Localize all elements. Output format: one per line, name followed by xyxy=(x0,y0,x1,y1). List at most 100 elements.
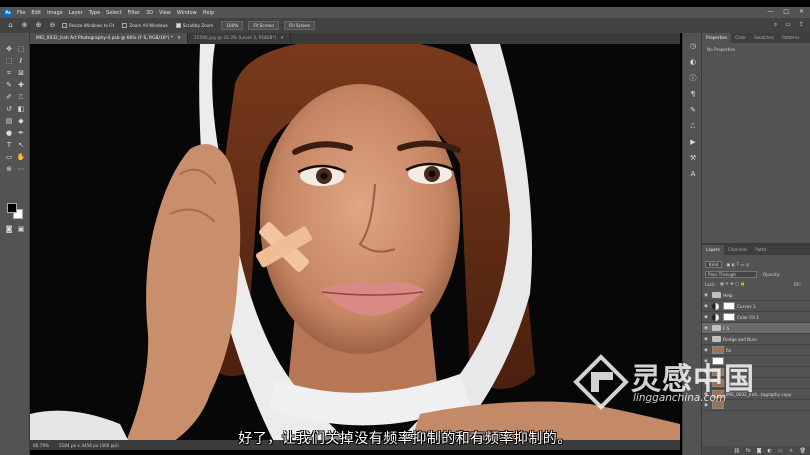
fx-icon[interactable]: fx xyxy=(746,448,751,454)
close-tab-icon[interactable]: ✕ xyxy=(280,36,284,41)
screen-mode-icon[interactable]: ▣ xyxy=(16,225,26,234)
layer-row[interactable]: ◉ Dodge and Burn xyxy=(702,334,810,345)
history-panel-icon[interactable]: ◷ xyxy=(688,41,698,51)
path-select-icon[interactable]: ↖ xyxy=(16,141,26,150)
photoshop-logo[interactable]: Ps xyxy=(4,8,12,17)
menu-select[interactable]: Select xyxy=(106,10,121,16)
adjustments-panel-icon[interactable]: ◐ xyxy=(688,57,698,67)
layer-mask-thumbnail[interactable] xyxy=(723,302,735,310)
marquee-tool-icon[interactable]: ⬚ xyxy=(4,57,14,66)
layer-row[interactable]: ◉ Color Fill 1 xyxy=(702,312,810,323)
lasso-tool-icon[interactable]: ℓ xyxy=(16,57,26,66)
menu-file[interactable]: File xyxy=(17,10,25,16)
tab-document-2[interactable]: 11590.jpg @ 33.3% (Level 3, RGB/8*) ✕ xyxy=(188,33,292,44)
new-adjustment-icon[interactable]: ◐ xyxy=(768,448,772,454)
fill-screen-button[interactable]: Fill Screen xyxy=(284,21,316,30)
brush-tool-icon[interactable]: ✐ xyxy=(4,93,14,102)
lock-icons[interactable]: ▦ ✎ ✥ ▢ 🔒 xyxy=(720,281,745,287)
layer-name: Dodge and Burn xyxy=(723,336,758,342)
tab-patterns[interactable]: Patterns xyxy=(778,33,803,43)
menu-edit[interactable]: Edit xyxy=(31,10,41,16)
move-tool-icon[interactable]: ✥ xyxy=(4,45,14,54)
history-brush-icon[interactable]: ↺ xyxy=(4,105,14,114)
eyedropper-tool-icon[interactable]: ✎ xyxy=(4,81,14,90)
new-layer-icon[interactable]: ＋ xyxy=(789,447,794,454)
menu-layer[interactable]: Layer xyxy=(69,10,83,16)
tab-paths[interactable]: Paths xyxy=(751,245,770,255)
pen-tool-icon[interactable]: ✒ xyxy=(16,129,26,138)
layer-mask-thumbnail[interactable] xyxy=(723,313,735,321)
menu-type[interactable]: Type xyxy=(89,10,100,16)
layer-name: Color Fill 1 xyxy=(737,314,759,320)
tab-document-1[interactable]: IMG_0032_Irah Art Photography-4.psb @ 66… xyxy=(30,33,188,44)
minimize-button[interactable]: — xyxy=(767,8,773,15)
brush-settings-icon[interactable]: ✎ xyxy=(688,105,698,115)
more-tools-icon[interactable]: ⋯ xyxy=(16,165,26,174)
character-panel-icon[interactable]: A xyxy=(688,169,698,179)
zoom-in-icon[interactable]: ⊕ xyxy=(34,21,43,30)
tab-layers[interactable]: Layers xyxy=(702,245,724,255)
clone-source-icon[interactable]: ⎍ xyxy=(688,121,698,131)
tab-channels[interactable]: Channels xyxy=(724,245,751,255)
link-layers-icon[interactable]: ⛓ xyxy=(734,448,740,454)
eraser-tool-icon[interactable]: ◧ xyxy=(16,105,26,114)
foreground-color-swatch[interactable] xyxy=(7,203,17,213)
zoom-100-button[interactable]: 100% xyxy=(221,21,244,30)
menu-3d[interactable]: 3D xyxy=(146,10,153,16)
tab-color[interactable]: Color xyxy=(731,33,750,43)
zoom-out-icon[interactable]: ⊖ xyxy=(48,21,57,30)
visibility-eye-icon[interactable]: ◉ xyxy=(702,293,710,298)
zoom-tool-sidebar-icon[interactable]: ⊕ xyxy=(4,165,14,174)
crop-tool-icon[interactable]: ⌗ xyxy=(4,69,14,78)
shape-tool-icon[interactable]: ▭ xyxy=(4,153,14,162)
share-icon[interactable]: ⇪ xyxy=(799,21,804,29)
tab-swatches[interactable]: Swatches xyxy=(750,33,778,43)
hand-tool-icon[interactable]: ✋ xyxy=(16,153,26,162)
blend-mode-select[interactable]: Pass Through xyxy=(705,270,757,278)
maximize-button[interactable]: □ xyxy=(783,8,789,15)
spot-heal-tool-icon[interactable]: ✚ xyxy=(16,81,26,90)
stamp-tool-icon[interactable]: ⎍ xyxy=(16,93,26,102)
folder-icon xyxy=(712,325,721,331)
menu-help[interactable]: Help xyxy=(203,10,214,16)
scrubby-zoom-checkbox[interactable]: Scrubby Zoom xyxy=(175,23,213,28)
visibility-eye-icon[interactable]: ◉ xyxy=(702,326,710,331)
tool-presets-icon[interactable]: ⚒ xyxy=(688,153,698,163)
gradient-tool-icon[interactable]: ▤ xyxy=(4,117,14,126)
new-group-icon[interactable]: ▭ xyxy=(778,448,783,454)
type-tool-icon[interactable]: T xyxy=(4,141,14,150)
frame-tool-icon[interactable]: ⊠ xyxy=(16,69,26,78)
close-window-button[interactable]: ✕ xyxy=(799,8,804,15)
visibility-eye-icon[interactable]: ◉ xyxy=(702,304,710,309)
layer-row[interactable]: ◉ Curves 1 xyxy=(702,301,810,312)
menu-window[interactable]: Window xyxy=(177,10,197,16)
zoom-tool-icon[interactable]: ⊕ xyxy=(20,21,29,30)
menu-view[interactable]: View xyxy=(159,10,171,16)
menu-filter[interactable]: Filter xyxy=(128,10,140,16)
add-mask-icon[interactable]: ◙ xyxy=(757,448,762,454)
home-icon[interactable]: ⌂ xyxy=(6,21,15,30)
filter-icons[interactable]: ▣ ◐ T ▭ ◎ xyxy=(726,262,749,267)
visibility-eye-icon[interactable]: ◉ xyxy=(702,315,710,320)
blur-tool-icon[interactable]: ◆ xyxy=(16,117,26,126)
info-panel-icon[interactable]: ⓘ xyxy=(688,73,698,83)
actions-panel-icon[interactable]: ▶ xyxy=(688,137,698,147)
paragraph-panel-icon[interactable]: ¶ xyxy=(688,89,698,99)
layer-filter-select[interactable]: Kind xyxy=(705,260,723,268)
layer-row[interactable]: ◉ F S xyxy=(702,323,810,334)
adjustment-icon xyxy=(712,302,719,310)
fit-screen-button[interactable]: Fit Screen xyxy=(248,21,280,30)
resize-windows-checkbox[interactable]: Resize Windows to Fit xyxy=(62,23,114,28)
dodge-tool-icon[interactable]: ● xyxy=(4,129,14,138)
search-icon[interactable]: ⌕ xyxy=(774,21,777,29)
delete-layer-icon[interactable]: 🗑 xyxy=(800,448,806,454)
menu-image[interactable]: Image xyxy=(47,10,63,16)
layer-row[interactable]: ◉ Help xyxy=(702,290,810,301)
workspace-icon[interactable]: ▭ xyxy=(785,21,791,29)
quick-mask-icon[interactable]: ◙ xyxy=(4,225,14,234)
tab-properties[interactable]: Properties xyxy=(702,33,732,43)
zoom-all-windows-checkbox[interactable]: Zoom All Windows xyxy=(122,23,168,28)
visibility-eye-icon[interactable]: ◉ xyxy=(702,337,710,342)
close-tab-icon[interactable]: ✕ xyxy=(177,36,181,41)
artboard-tool-icon[interactable]: ⬚ xyxy=(16,45,26,54)
